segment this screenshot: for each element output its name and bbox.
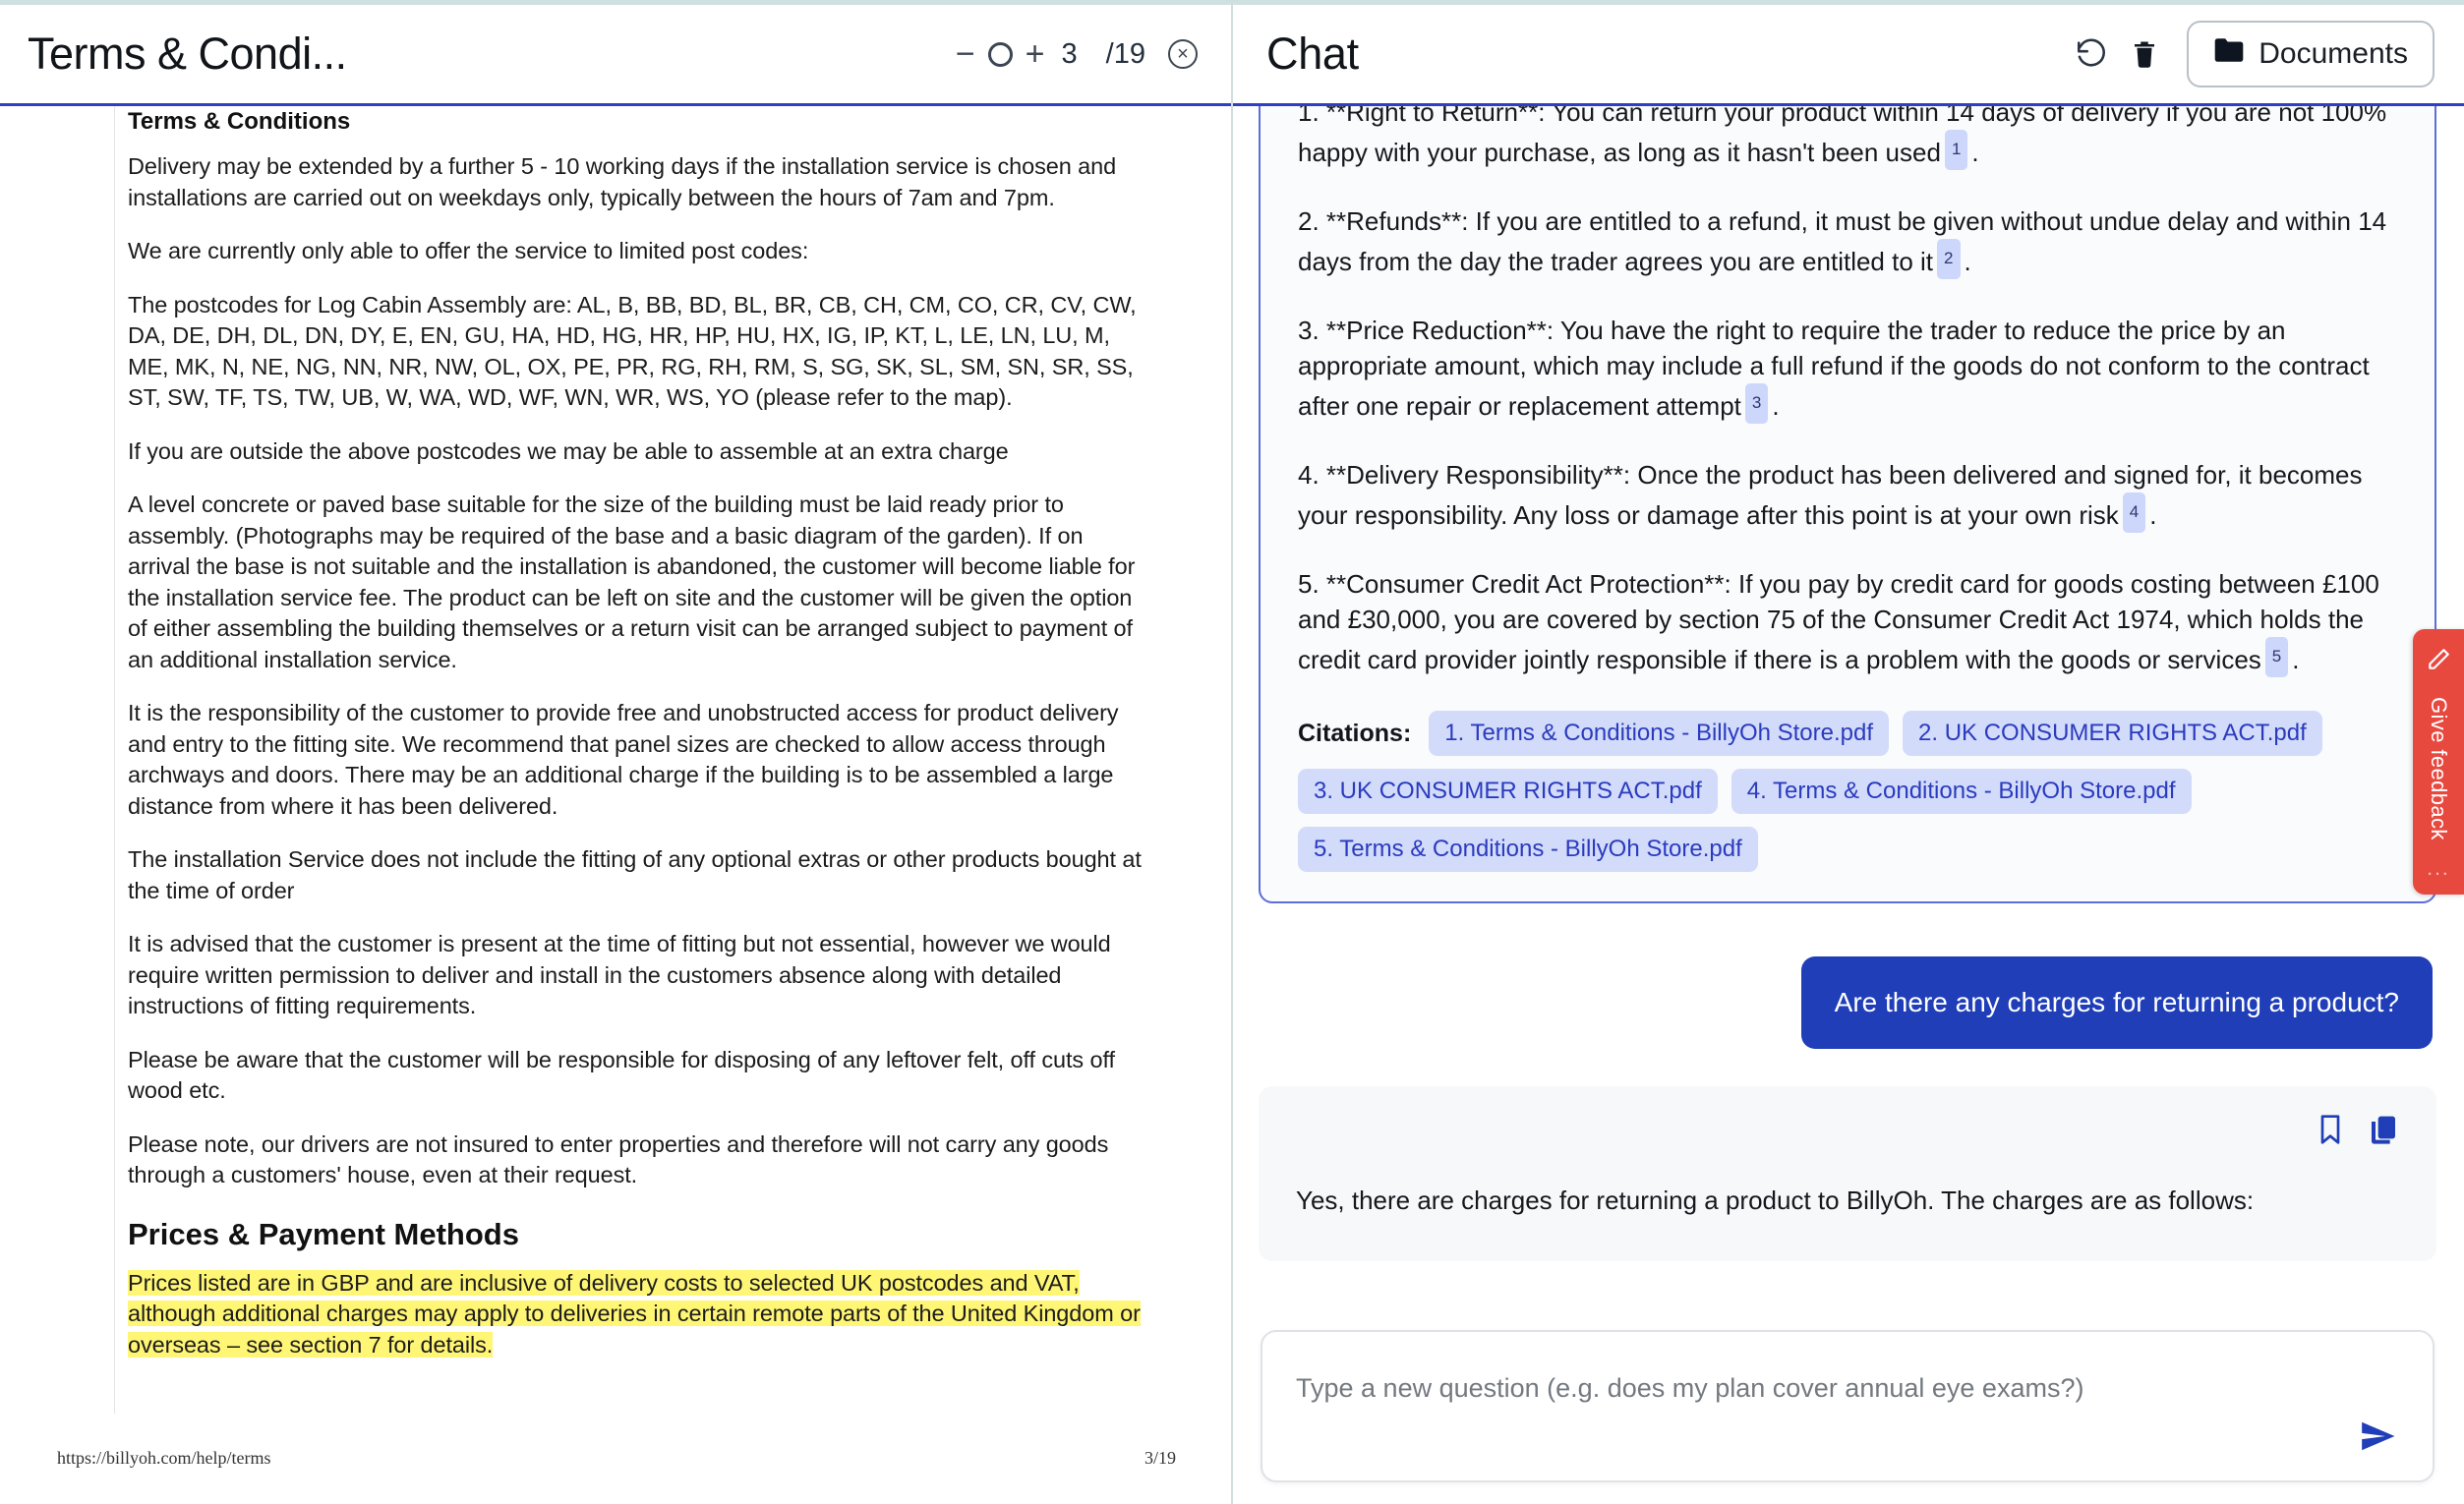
assistant-message-card-2: Yes, there are charges for returning a p… xyxy=(1259,1086,2436,1261)
zoom-reset-icon[interactable] xyxy=(987,41,1013,67)
assistant-item-tail: . xyxy=(2292,645,2300,674)
assistant-followup-text: Yes, there are charges for returning a p… xyxy=(1296,1186,2255,1215)
assistant-list-item: 3. **Price Reduction**: You have the rig… xyxy=(1298,313,2397,424)
chat-input[interactable] xyxy=(1262,1332,2433,1404)
doc-paragraph: Please be aware that the customer will b… xyxy=(128,1046,1115,1104)
close-icon[interactable]: × xyxy=(1168,39,1198,69)
document-viewer-pane: Terms & Condi... − + 3 /19 × Terms & Con… xyxy=(0,0,1233,1504)
app-root: Terms & Condi... − + 3 /19 × Terms & Con… xyxy=(0,0,2464,1504)
doc-paragraph: The postcodes for Log Cabin Assembly are… xyxy=(128,291,1137,411)
citation-chip[interactable]: 1. Terms & Conditions - BillyOh Store.pd… xyxy=(1429,711,1890,756)
documents-button[interactable]: Documents xyxy=(2187,21,2435,87)
user-message-bubble: Are there any charges for returning a pr… xyxy=(1800,956,2433,1049)
citation-marker[interactable]: 2 xyxy=(1937,239,1961,279)
assistant-list-item: 2. **Refunds**: If you are entitled to a… xyxy=(1298,203,2397,279)
undo-icon[interactable] xyxy=(2075,37,2108,71)
citation-chip[interactable]: 5. Terms & Conditions - BillyOh Store.pd… xyxy=(1298,827,1758,872)
current-page-number: 3 xyxy=(1061,37,1078,70)
doc-paragraph: We are currently only able to offer the … xyxy=(128,238,809,263)
assistant-message-card: 1. **Right to Return**: You can return y… xyxy=(1259,106,2436,903)
assistant-list-item: 5. **Consumer Credit Act Protection**: I… xyxy=(1298,566,2397,677)
doc-paragraph: It is the responsibility of the customer… xyxy=(128,700,1119,819)
total-page-count: /19 xyxy=(1105,37,1145,70)
page-margin-rule xyxy=(114,106,115,1414)
section-heading: Prices & Payment Methods xyxy=(128,1216,519,1251)
composer-wrapper xyxy=(1233,1318,2464,1504)
running-head: Terms & Conditions xyxy=(128,112,351,132)
assistant-item-tail: . xyxy=(1964,247,1971,276)
doc-paragraph: Please note, our drivers are not insured… xyxy=(128,1130,1109,1188)
doc-paragraph: It is advised that the customer is prese… xyxy=(128,931,1111,1018)
assistant-list-item: 4. **Delivery Responsibility**: Once the… xyxy=(1298,457,2397,533)
give-feedback-label: Give feedback xyxy=(2427,697,2451,840)
document-header: Terms & Condi... − + 3 /19 × xyxy=(0,0,1231,106)
trash-icon[interactable] xyxy=(2130,37,2159,71)
chat-header: Chat Documents xyxy=(1233,0,2464,106)
copy-icon[interactable] xyxy=(2368,1112,2399,1147)
footer-page-number: 3/19 xyxy=(1144,1448,1176,1468)
pdf-page-content: Terms & Conditions Delivery may be exten… xyxy=(61,106,1172,1360)
chat-header-actions: Documents xyxy=(2075,21,2435,87)
composer[interactable] xyxy=(1261,1330,2435,1482)
citation-chip[interactable]: 2. UK CONSUMER RIGHTS ACT.pdf xyxy=(1903,711,2322,756)
citation-chip[interactable]: 3. UK CONSUMER RIGHTS ACT.pdf xyxy=(1298,769,1718,814)
chat-title: Chat xyxy=(1266,29,1359,79)
highlight-span: Prices listed are in GBP and are inclusi… xyxy=(128,1269,1141,1358)
pdf-page: Terms & Conditions Delivery may be exten… xyxy=(0,106,1231,1504)
assistant-item-text: 2. **Refunds**: If you are entitled to a… xyxy=(1298,206,2387,276)
documents-button-label: Documents xyxy=(2259,37,2408,70)
citation-marker[interactable]: 1 xyxy=(1944,130,1968,170)
page-footer: https://billyoh.com/help/terms 3/19 xyxy=(0,1448,1231,1469)
document-header-controls: − + 3 /19 × xyxy=(956,37,1198,71)
pencil-icon xyxy=(2426,647,2451,677)
chat-message-list[interactable]: 1. **Right to Return**: You can return y… xyxy=(1233,106,2464,1504)
assistant-item-tail: . xyxy=(2149,500,2157,530)
citation-chip[interactable]: 4. Terms & Conditions - BillyOh Store.pd… xyxy=(1731,769,2192,814)
drag-handle-dots[interactable]: ... xyxy=(2427,858,2450,879)
chat-pane: Chat Documents 1. **Right to Return**: Y… xyxy=(1233,0,2464,1504)
zoom-out-icon[interactable]: − xyxy=(956,37,975,71)
doc-paragraph: A level concrete or paved base suitable … xyxy=(128,492,1136,672)
document-title: Terms & Condi... xyxy=(28,29,347,79)
user-message-row: Are there any charges for returning a pr… xyxy=(1233,956,2464,1049)
doc-paragraph: If you are outside the above postcodes w… xyxy=(128,437,1009,464)
bookmark-icon[interactable] xyxy=(2315,1112,2346,1147)
document-body[interactable]: Terms & Conditions Delivery may be exten… xyxy=(0,106,1231,1504)
assistant-item-text: 4. **Delivery Responsibility**: Once the… xyxy=(1298,460,2363,530)
send-icon[interactable] xyxy=(2356,1417,2399,1455)
assistant-item-tail: . xyxy=(1971,138,1979,167)
citations-row: Citations: 1. Terms & Conditions - Billy… xyxy=(1298,711,2397,872)
assistant-item-text: 3. **Price Reduction**: You have the rig… xyxy=(1298,316,2370,421)
doc-paragraph: Delivery may be extended by a further 5 … xyxy=(128,153,1117,210)
assistant-list-item: 1. **Right to Return**: You can return y… xyxy=(1298,106,2397,170)
assistant-item-text: 5. **Consumer Credit Act Protection**: I… xyxy=(1298,569,2379,674)
message-actions xyxy=(1296,1112,2399,1147)
citation-marker[interactable]: 3 xyxy=(1744,383,1769,424)
citation-marker[interactable]: 5 xyxy=(2264,637,2289,677)
zoom-in-icon[interactable]: + xyxy=(1026,37,1045,71)
folder-icon xyxy=(2213,37,2245,71)
highlighted-paragraph: Prices listed are in GBP and are inclusi… xyxy=(128,1268,1148,1361)
assistant-item-text: 1. **Right to Return**: You can return y… xyxy=(1298,106,2387,167)
assistant-item-tail: . xyxy=(1772,391,1780,421)
citation-marker[interactable]: 4 xyxy=(2122,492,2146,533)
give-feedback-tab[interactable]: Give feedback ... xyxy=(2413,629,2464,895)
doc-paragraph: The installation Service does not includ… xyxy=(128,846,1142,903)
citations-label: Citations: xyxy=(1298,719,1412,747)
footer-url: https://billyoh.com/help/terms xyxy=(57,1448,271,1468)
